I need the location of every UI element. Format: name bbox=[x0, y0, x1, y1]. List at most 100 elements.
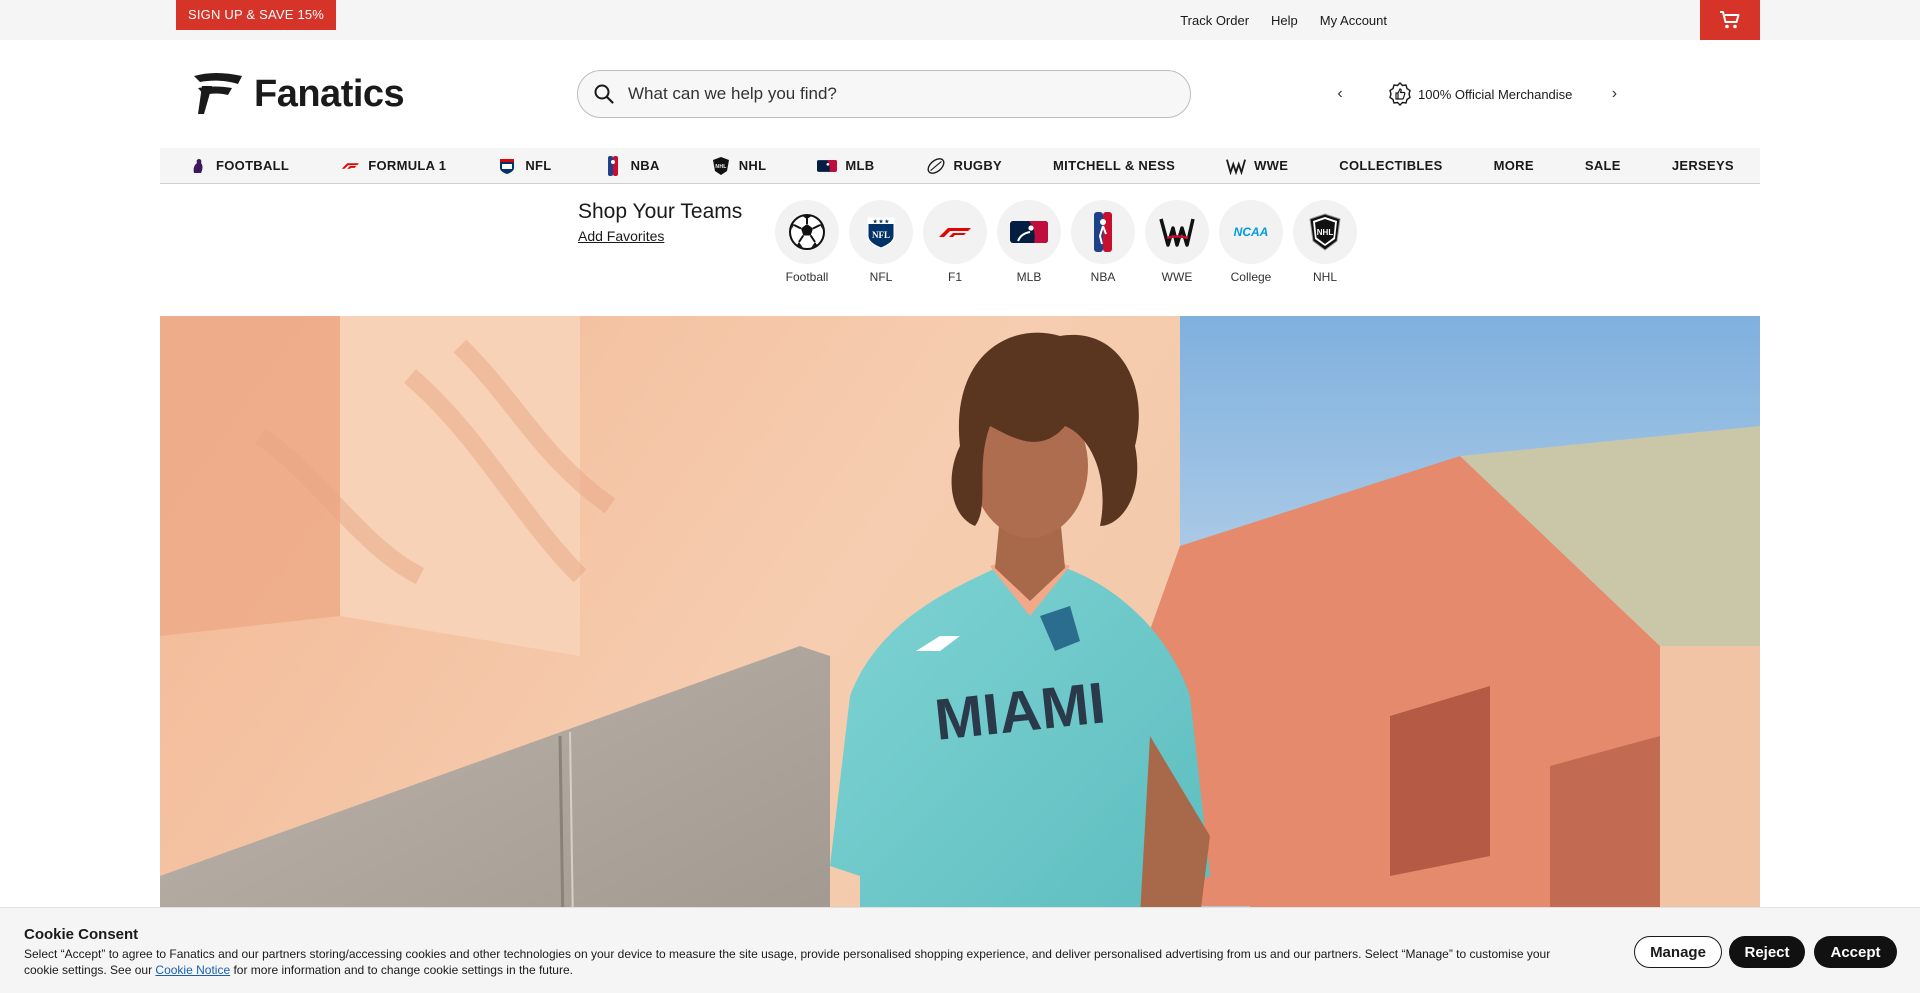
nav-item-nfl[interactable]: NFL bbox=[497, 157, 551, 175]
premier-league-icon bbox=[188, 157, 208, 175]
search-input[interactable] bbox=[628, 84, 1148, 104]
promo-carousel: ‹ 100% Official Merchandise › bbox=[1330, 82, 1624, 106]
team-list: Football ★ ★ ★ NFL NFL F1 MLB NBA WWE NC… bbox=[775, 200, 1357, 284]
hero-banner[interactable]: MIAMI bbox=[160, 316, 1760, 993]
header: Fanatics ‹ 100% Official Merchandise › bbox=[0, 40, 1920, 148]
team-nhl[interactable]: NHL NHL bbox=[1293, 200, 1357, 284]
team-logo bbox=[775, 200, 839, 264]
nhl-icon: NHL bbox=[711, 156, 731, 175]
chevron-right-icon[interactable]: › bbox=[1604, 85, 1624, 103]
nav-item-football[interactable]: FOOTBALL bbox=[188, 157, 289, 175]
cookie-title: Cookie Consent bbox=[24, 926, 139, 943]
nav-item-jerseys[interactable]: JERSEYS bbox=[1672, 158, 1734, 173]
nav-item-formula-1[interactable]: FORMULA 1 bbox=[340, 157, 446, 175]
signup-banner[interactable]: SIGN UP & SAVE 15% bbox=[176, 0, 337, 30]
f1-logo-icon bbox=[939, 228, 971, 237]
nav-item-rugby[interactable]: RUGBY bbox=[926, 157, 1002, 175]
nav-item-nba[interactable]: NBA bbox=[603, 155, 660, 176]
nav-label: MITCHELL & NESS bbox=[1053, 158, 1176, 173]
add-favorites-link[interactable]: Add Favorites bbox=[578, 228, 742, 244]
search-icon bbox=[594, 84, 614, 104]
cookie-consent-banner: Cookie Consent Select “Accept” to agree … bbox=[0, 907, 1920, 993]
nav-label: RUGBY bbox=[953, 158, 1002, 173]
nav-item-more[interactable]: MORE bbox=[1494, 158, 1534, 173]
team-label: Football bbox=[785, 270, 829, 284]
svg-text:NFL: NFL bbox=[872, 230, 890, 240]
fanatics-flag-icon bbox=[194, 73, 242, 114]
promo-text: 100% Official Merchandise bbox=[1418, 86, 1573, 102]
team-f1[interactable]: F1 bbox=[923, 200, 987, 284]
accept-button[interactable]: Accept bbox=[1814, 936, 1897, 968]
team-wwe[interactable]: WWE bbox=[1145, 200, 1209, 284]
nav-label: NFL bbox=[525, 158, 552, 173]
team-logo bbox=[997, 200, 1061, 264]
nav-label: FORMULA 1 bbox=[368, 158, 447, 173]
track-order-link[interactable]: Track Order bbox=[1180, 13, 1249, 28]
cart-icon bbox=[1720, 11, 1740, 29]
nfl-shield-icon: ★ ★ ★ NFL bbox=[867, 217, 895, 249]
cookie-text-after: for more information and to change cooki… bbox=[230, 963, 573, 977]
nav-label: NBA bbox=[630, 158, 660, 173]
help-link[interactable]: Help bbox=[1271, 13, 1298, 28]
team-college[interactable]: NCAA College bbox=[1219, 200, 1283, 284]
nav-label: MLB bbox=[845, 158, 875, 173]
nba-logo-icon bbox=[1094, 212, 1112, 252]
reject-button[interactable]: Reject bbox=[1729, 936, 1805, 968]
team-label: NFL bbox=[869, 270, 893, 284]
team-logo bbox=[923, 200, 987, 264]
cookie-notice-link[interactable]: Cookie Notice bbox=[155, 963, 230, 977]
f1-icon bbox=[340, 157, 360, 175]
team-label: NBA bbox=[1090, 270, 1116, 284]
shop-your-teams: Shop Your Teams Add Favorites bbox=[578, 200, 742, 244]
nav-label: MORE bbox=[1493, 158, 1534, 173]
nav-label: FOOTBALL bbox=[216, 158, 290, 173]
team-mlb[interactable]: MLB bbox=[997, 200, 1061, 284]
svg-text:NHL: NHL bbox=[1317, 228, 1334, 237]
shop-your-teams-title: Shop Your Teams bbox=[578, 200, 743, 223]
nav-label: JERSEYS bbox=[1671, 158, 1734, 173]
svg-text:★ ★ ★: ★ ★ ★ bbox=[873, 219, 890, 225]
team-nba[interactable]: NBA bbox=[1071, 200, 1135, 284]
team-label: F1 bbox=[947, 270, 962, 284]
nav-item-mitchell-ness[interactable]: MITCHELL & NESS bbox=[1053, 158, 1175, 173]
team-logo bbox=[1145, 200, 1209, 264]
mlb-logo-icon bbox=[1010, 221, 1048, 243]
promo-message: 100% Official Merchandise bbox=[1388, 82, 1572, 106]
nav-label: WWE bbox=[1254, 158, 1289, 173]
mlb-icon bbox=[817, 157, 838, 175]
cookie-text: Select “Accept” to agree to Fanatics and… bbox=[24, 946, 1584, 978]
logo-text: Fanatics bbox=[254, 72, 405, 115]
svg-text:NHL: NHL bbox=[715, 164, 726, 170]
team-label: WWE bbox=[1161, 270, 1193, 284]
svg-text:NCAA: NCAA bbox=[1234, 225, 1269, 239]
nav-label: NHL bbox=[738, 158, 767, 173]
nav-item-nhl[interactable]: NHL NHL bbox=[711, 156, 767, 175]
nba-icon bbox=[603, 155, 623, 176]
cart-button[interactable] bbox=[1700, 0, 1760, 40]
soccer-ball-icon bbox=[789, 214, 825, 250]
thumbs-up-badge-icon bbox=[1389, 82, 1411, 106]
team-label: MLB bbox=[1016, 270, 1042, 284]
nav-item-wwe[interactable]: WWE bbox=[1226, 157, 1288, 175]
top-links: Track Order Help My Account bbox=[1180, 0, 1387, 40]
nav-item-mlb[interactable]: MLB bbox=[817, 157, 874, 175]
team-logo: NCAA bbox=[1219, 200, 1283, 264]
fanatics-logo[interactable]: Fanatics bbox=[190, 72, 405, 116]
hero-image: MIAMI bbox=[160, 316, 1760, 993]
team-logo bbox=[1071, 200, 1135, 264]
nfl-icon bbox=[497, 157, 517, 175]
chevron-left-icon[interactable]: ‹ bbox=[1330, 85, 1350, 103]
my-account-link[interactable]: My Account bbox=[1320, 13, 1387, 28]
ncaa-logo-icon: NCAA bbox=[1234, 225, 1269, 239]
team-nfl[interactable]: ★ ★ ★ NFL NFL bbox=[849, 200, 913, 284]
rugby-icon bbox=[926, 157, 946, 175]
nav-label: COLLECTIBLES bbox=[1339, 158, 1443, 173]
nav-item-collectibles[interactable]: COLLECTIBLES bbox=[1339, 158, 1442, 173]
manage-button[interactable]: Manage bbox=[1634, 936, 1722, 968]
team-logo: ★ ★ ★ NFL bbox=[849, 200, 913, 264]
team-football[interactable]: Football bbox=[775, 200, 839, 284]
top-bar: SIGN UP & SAVE 15% Track Order Help My A… bbox=[0, 0, 1920, 40]
team-label: NHL bbox=[1312, 270, 1337, 284]
nav-item-sale[interactable]: SALE bbox=[1585, 158, 1621, 173]
search-bar[interactable] bbox=[577, 70, 1191, 118]
